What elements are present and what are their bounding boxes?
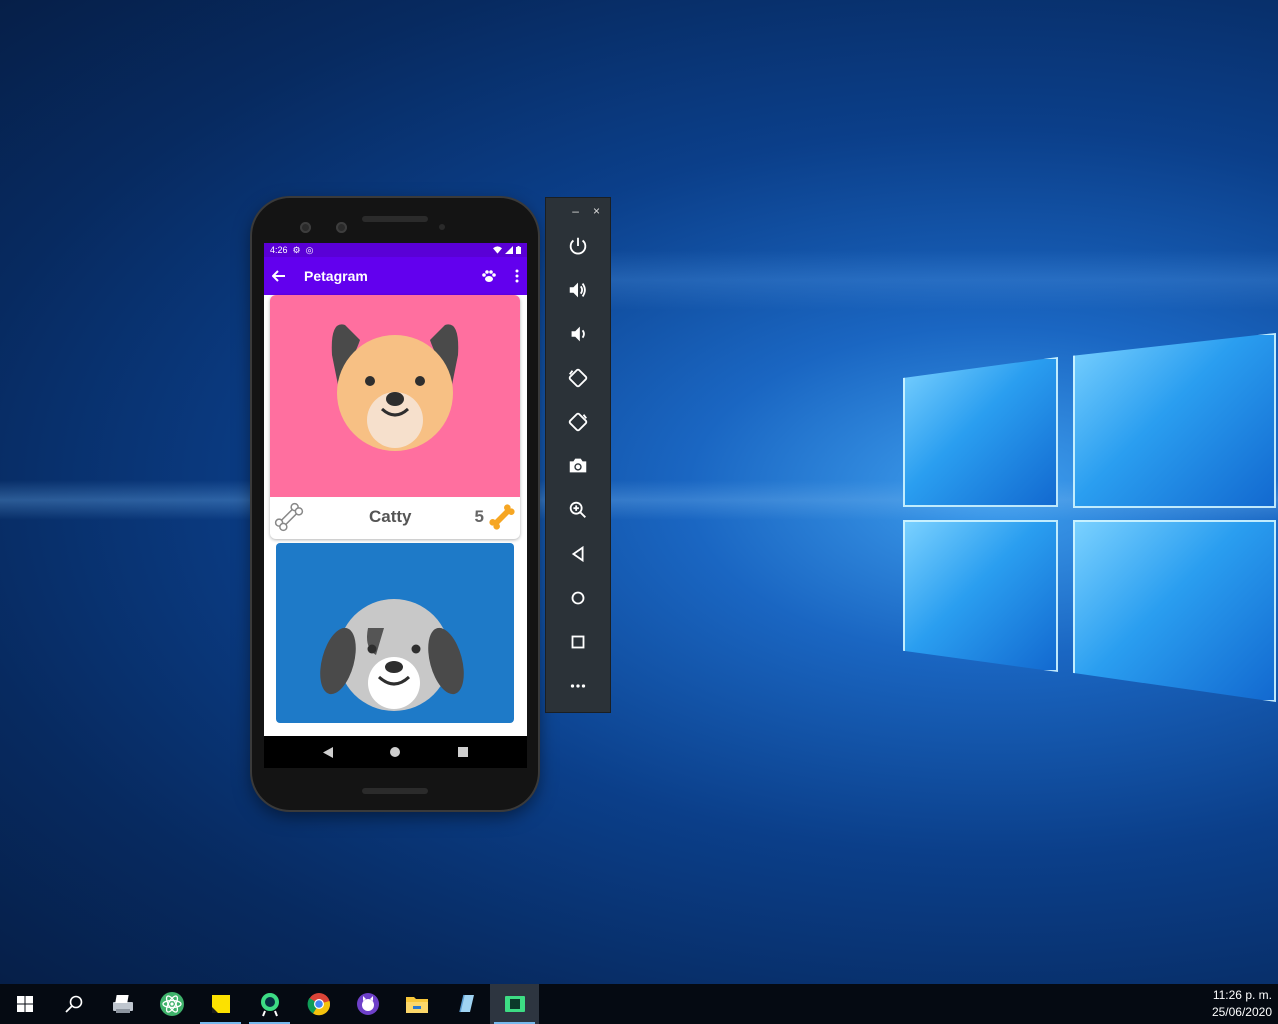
rotate-left-icon <box>568 368 588 388</box>
atom-icon <box>159 992 184 1016</box>
app-bar: Petagram <box>264 257 527 295</box>
taskbar-app-android-studio[interactable] <box>245 984 294 1024</box>
tan-dog-face <box>331 324 459 451</box>
taskbar-app-snipping[interactable] <box>441 984 490 1024</box>
taskbar-app-github-desktop[interactable] <box>343 984 392 1024</box>
file-explorer-icon <box>405 997 428 1013</box>
back-icon[interactable] <box>322 746 333 758</box>
taskbar-app-printer[interactable] <box>98 984 147 1024</box>
clock-date: 25/06/2020 <box>1211 1005 1272 1019</box>
overview-icon <box>571 635 585 649</box>
bone-filled-icon <box>489 504 515 530</box>
bottom-speaker <box>362 788 428 794</box>
pet-card-footer: Catty 5 <box>270 497 520 537</box>
recents-icon[interactable] <box>458 747 469 757</box>
power-button[interactable] <box>546 224 610 268</box>
volume-up-button[interactable] <box>546 268 610 312</box>
taskbar-app-sticky-notes[interactable] <box>196 984 245 1024</box>
app-title: Petagram <box>304 268 368 284</box>
windows-logo-pane <box>903 520 1058 672</box>
taskbar-app-atom[interactable] <box>147 984 196 1024</box>
volume-up-icon <box>569 282 586 298</box>
wifi-icon <box>493 246 502 254</box>
back-button[interactable] <box>546 532 610 576</box>
emulator-icon <box>504 996 525 1012</box>
pet-card[interactable]: Catty 5 <box>270 295 520 539</box>
chrome-icon <box>307 993 330 1016</box>
pet-card[interactable] <box>276 543 514 723</box>
close-button[interactable]: × <box>593 204 600 218</box>
desktop-wallpaper <box>0 0 1278 1024</box>
power-icon <box>569 237 587 255</box>
status-bar: 4:26 ⚙ ◎ <box>264 243 527 257</box>
front-camera <box>300 222 311 233</box>
search-button[interactable] <box>49 984 98 1024</box>
taskbar-app-file-explorer[interactable] <box>392 984 441 1024</box>
status-time: 4:26 <box>270 245 288 255</box>
github-desktop-icon <box>356 993 379 1015</box>
rotate-left-button[interactable] <box>546 356 610 400</box>
start-button[interactable] <box>0 984 49 1024</box>
emulator-toolbar: – × <box>545 197 611 713</box>
windows-start-icon <box>16 996 33 1012</box>
camera-icon <box>569 458 587 473</box>
volume-down-icon <box>571 326 585 342</box>
screenshot-button[interactable] <box>546 444 610 488</box>
printer-icon <box>112 995 133 1013</box>
snipping-icon <box>458 994 474 1013</box>
windows-logo-pane <box>1073 520 1276 702</box>
windows-logo-pane <box>903 357 1058 507</box>
pet-likes-count: 5 <box>474 507 484 526</box>
zoom-icon <box>569 501 586 518</box>
search-icon <box>64 995 82 1013</box>
android-studio-icon <box>260 993 279 1017</box>
clock-time: 11:26 p. m. <box>1212 988 1272 1002</box>
sync-icon: ◎ <box>305 244 314 255</box>
battery-icon <box>516 246 521 254</box>
light-beam <box>600 250 1278 310</box>
overview-button[interactable] <box>546 620 610 664</box>
back-icon <box>571 545 584 563</box>
home-button[interactable] <box>546 576 610 620</box>
home-icon[interactable] <box>390 747 401 757</box>
arrow-left-icon[interactable] <box>272 269 286 283</box>
more-icon <box>570 684 586 688</box>
pet-image <box>270 295 520 497</box>
gray-dog-face <box>320 599 464 711</box>
minimize-button[interactable]: – <box>572 204 579 218</box>
android-nav-bar <box>264 736 527 768</box>
front-camera <box>336 222 347 233</box>
android-emulator-phone: 4:26 ⚙ ◎ Petagram Catty 5 <box>252 198 538 810</box>
emulator-window-controls: – × <box>546 198 610 224</box>
pet-name: Catty <box>369 507 412 526</box>
bone-outline-icon[interactable] <box>272 500 306 534</box>
earpiece-speaker <box>362 216 428 222</box>
more-button[interactable] <box>546 664 610 708</box>
paw-icon[interactable] <box>481 269 497 283</box>
proximity-sensor <box>439 224 445 230</box>
rotate-right-icon <box>568 412 588 432</box>
rotate-right-button[interactable] <box>546 400 610 444</box>
windows-taskbar: 11:26 p. m. 25/06/2020 <box>0 984 1278 1024</box>
sticky-notes-icon <box>211 995 230 1013</box>
signal-icon <box>505 246 513 254</box>
more-vert-icon[interactable] <box>515 269 519 283</box>
zoom-button[interactable] <box>546 488 610 532</box>
home-icon <box>571 591 585 605</box>
phone-screen[interactable]: 4:26 ⚙ ◎ Petagram Catty 5 <box>264 243 527 768</box>
volume-down-button[interactable] <box>546 312 610 356</box>
system-clock[interactable]: 11:26 p. m. 25/06/2020 <box>1212 987 1272 1021</box>
gear-icon: ⚙ <box>292 244 301 255</box>
taskbar-app-chrome[interactable] <box>294 984 343 1024</box>
windows-logo-pane <box>1073 333 1276 508</box>
taskbar-app-emulator[interactable] <box>490 984 539 1024</box>
